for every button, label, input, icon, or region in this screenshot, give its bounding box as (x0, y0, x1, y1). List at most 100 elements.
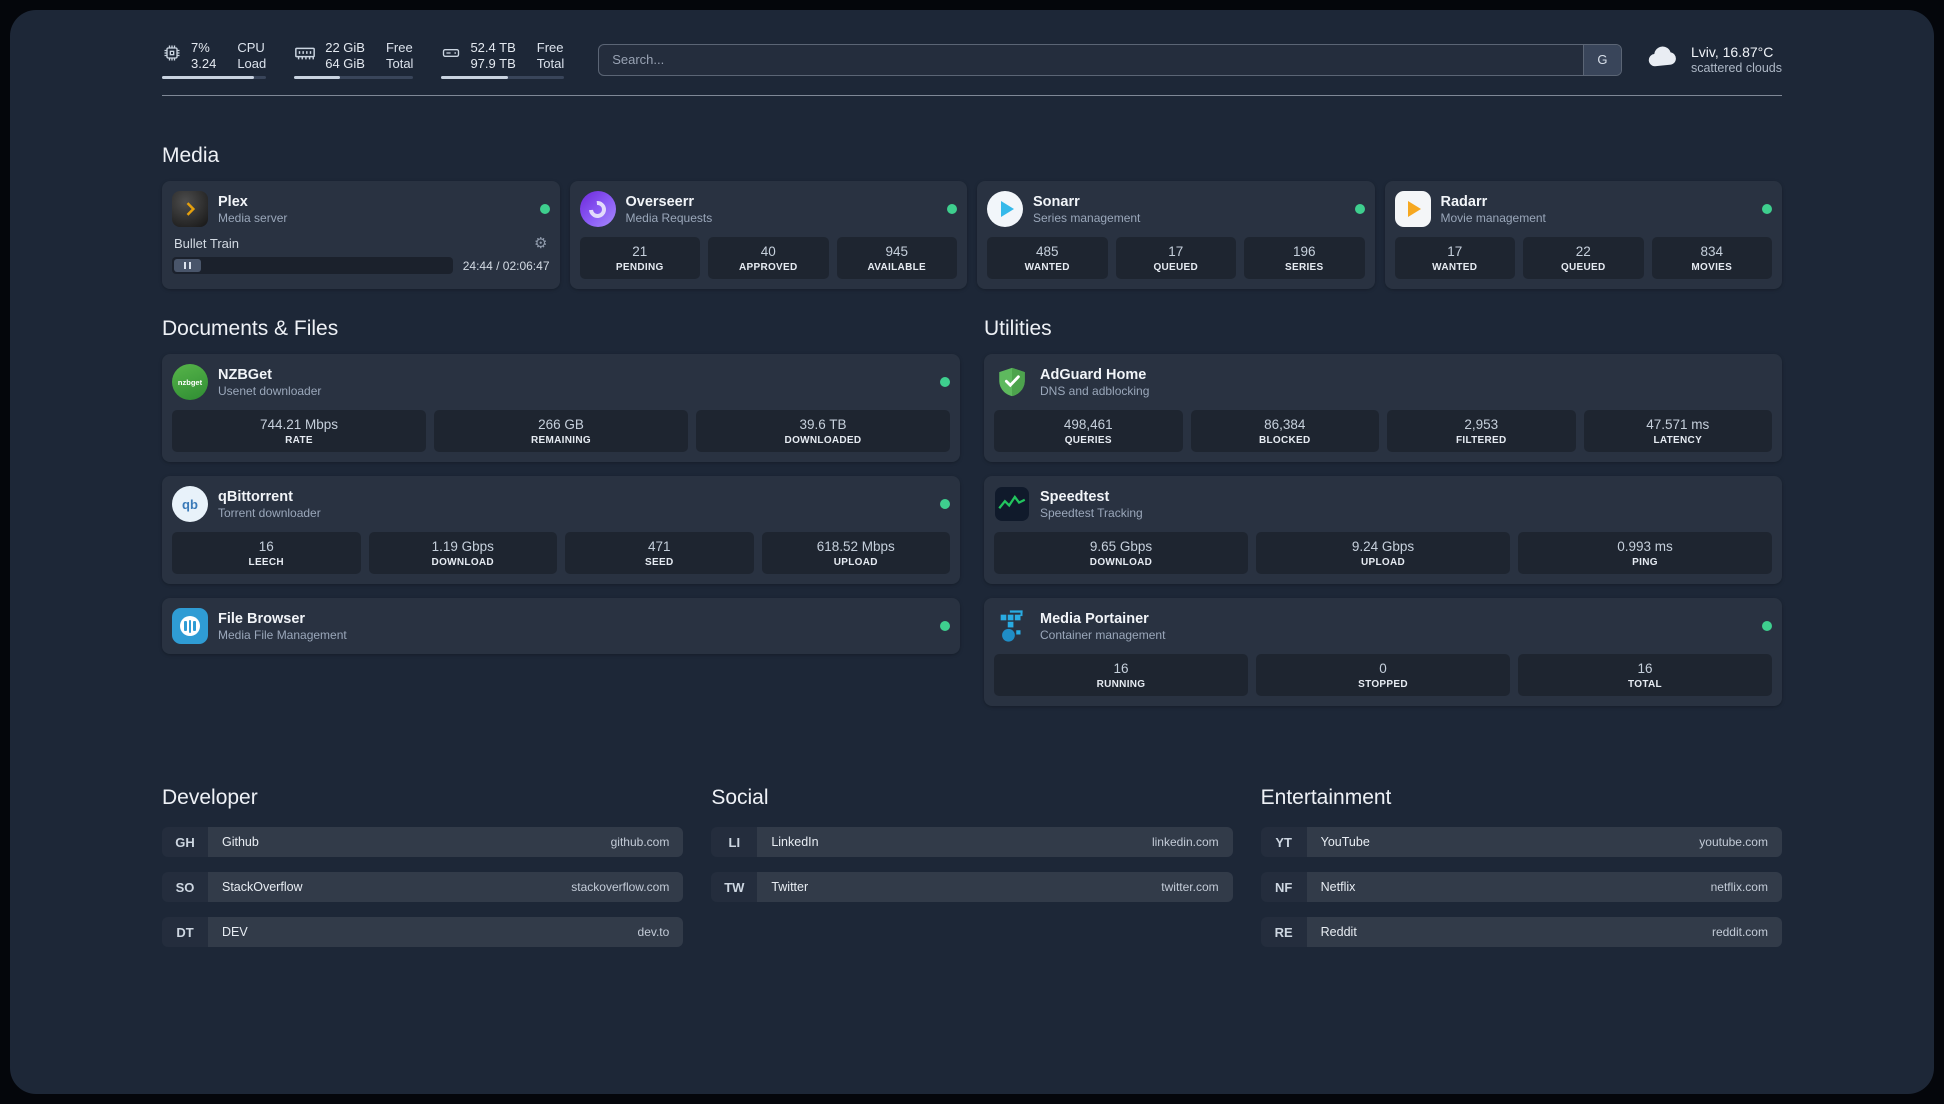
stat-label: LEECH (248, 557, 284, 568)
disk-label-top: Free (536, 40, 564, 55)
bookmarks-developer: Developer GH Github github.com SO StackO… (162, 786, 684, 947)
stat-label: AVAILABLE (867, 262, 926, 273)
stat-label: DOWNLOAD (431, 557, 494, 568)
service-link-nzbget[interactable]: nzbget NZBGet Usenet downloader (172, 364, 950, 400)
weather-location: Lviv, 16.87°C (1690, 44, 1774, 60)
radarr-icon (1394, 191, 1431, 227)
bookmark-abbr: LI (711, 827, 757, 857)
search-input[interactable] (599, 44, 1583, 75)
stat-leech: 16 LEECH (172, 532, 361, 574)
service-link-speedtest[interactable]: Speedtest Speedtest Tracking (994, 486, 1772, 522)
bookmark-name: StackOverflow (222, 880, 303, 894)
card-portainer: Media Portainer Container management 16 … (984, 598, 1782, 706)
service-link-filebrowser[interactable]: File Browser Media File Management (172, 608, 950, 644)
bookmark-url: stackoverflow.com (571, 880, 670, 894)
memory-total-value: 64 GiB (325, 56, 365, 71)
bookmark-github[interactable]: GH Github github.com (162, 827, 684, 857)
stat-value: 47.571 ms (1646, 417, 1710, 432)
topbar: 7% 3.24 CPU Load 22 GiB 64 GiB Free Tota… (162, 40, 1782, 79)
bookmark-url: github.com (610, 835, 670, 849)
stat-ping: 0.993 ms PING (1518, 532, 1772, 574)
stat-label: FILTERED (1455, 435, 1507, 446)
stat-label: BLOCKED (1258, 435, 1311, 446)
bookmark-linkedin[interactable]: LI LinkedIn linkedin.com (711, 827, 1233, 857)
stat-upload: 9.24 Gbps UPLOAD (1256, 532, 1510, 574)
overseerr-icon (579, 191, 616, 227)
stat-label: RUNNING (1096, 679, 1146, 690)
card-sonarr: Sonarr Series management 485 WANTED 17 Q… (977, 181, 1375, 289)
stat-label: PING (1632, 557, 1658, 568)
stat-total: 16 TOTAL (1518, 654, 1772, 696)
service-link-portainer[interactable]: Media Portainer Container management (994, 608, 1772, 644)
service-desc: Series management (1033, 210, 1141, 225)
cpu-label-top: CPU (237, 40, 265, 55)
stat-rate: 744.21 Mbps RATE (172, 410, 426, 452)
bookmark-youtube[interactable]: YT YouTube youtube.com (1261, 827, 1782, 857)
cpu-load-value: 3.24 (191, 56, 217, 71)
card-radarr: Radarr Movie management 17 WANTED 22 QUE… (1384, 181, 1782, 289)
playback-progress-bar[interactable] (172, 257, 453, 274)
bookmark-url: reddit.com (1711, 925, 1768, 939)
stat-value: 498,461 (1063, 417, 1113, 432)
stat-label: WANTED (1432, 262, 1478, 273)
service-desc: Container management (1040, 627, 1166, 642)
stat-value: 16 (1637, 661, 1653, 676)
stat-queued: 22 QUEUED (1523, 237, 1644, 279)
stat-pending: 21 PENDING (579, 237, 700, 279)
stat-downloaded: 39.6 TB DOWNLOADED (696, 410, 950, 452)
pause-button[interactable] (174, 259, 201, 272)
nzbget-icon-text: nzbget (177, 377, 203, 387)
card-filebrowser: File Browser Media File Management (162, 598, 960, 654)
service-link-adguard[interactable]: AdGuard Home DNS and adblocking (994, 364, 1772, 400)
stat-label: REMAINING (531, 435, 591, 446)
service-link-sonarr[interactable]: Sonarr Series management (987, 191, 1365, 227)
memory-label-top: Free (385, 40, 413, 55)
service-name: Media Portainer (1040, 610, 1149, 627)
stat-running: 16 RUNNING (994, 654, 1248, 696)
bookmark-abbr: YT (1261, 827, 1307, 857)
status-dot (1762, 621, 1772, 631)
service-link-overseerr[interactable]: Overseerr Media Requests (579, 191, 957, 227)
stat-label: TOTAL (1628, 679, 1662, 690)
memory-widget: 22 GiB 64 GiB Free Total (294, 40, 414, 79)
service-link-qbittorrent[interactable]: qb qBittorrent Torrent downloader (172, 486, 950, 522)
service-name: Sonarr (1033, 193, 1080, 210)
weather-condition: scattered clouds (1690, 61, 1782, 75)
stat-stopped: 0 STOPPED (1256, 654, 1510, 696)
bookmark-stackoverflow[interactable]: SO StackOverflow stackoverflow.com (162, 872, 684, 902)
status-dot (1762, 204, 1772, 214)
bookmark-name: LinkedIn (771, 835, 819, 849)
status-dot (940, 621, 950, 631)
bookmarks-entertainment: Entertainment YT YouTube youtube.com NF … (1261, 786, 1782, 947)
service-link-radarr[interactable]: Radarr Movie management (1394, 191, 1772, 227)
stat-value: 9.24 Gbps (1351, 539, 1415, 554)
stat-label: WANTED (1024, 262, 1070, 273)
gear-icon[interactable]: ⚙ (534, 236, 547, 251)
filebrowser-icon (172, 608, 208, 644)
stat-value: 471 (647, 539, 671, 554)
stat-remaining: 266 GB REMAINING (434, 410, 688, 452)
stat-queued: 17 QUEUED (1115, 237, 1236, 279)
bookmark-netflix[interactable]: NF Netflix netflix.com (1261, 872, 1782, 902)
stat-value: 22 (1575, 244, 1591, 259)
stat-value: 834 (1700, 244, 1724, 259)
stat-filtered: 2,953 FILTERED (1387, 410, 1576, 452)
status-dot (1354, 204, 1365, 214)
memory-bar-fill (294, 76, 340, 79)
bookmark-name: Twitter (771, 880, 809, 894)
stat-latency: 47.571 ms LATENCY (1583, 410, 1772, 452)
service-name: Speedtest (1040, 488, 1110, 505)
disk-free-value: 52.4 TB (470, 40, 516, 55)
stat-label: QUERIES (1064, 435, 1112, 446)
bookmark-twitter[interactable]: TW Twitter twitter.com (711, 872, 1233, 902)
search-provider-button[interactable]: G (1582, 44, 1621, 75)
bookmark-reddit[interactable]: RE Reddit reddit.com (1261, 917, 1782, 947)
bookmark-dev[interactable]: DT DEV dev.to (162, 917, 684, 947)
service-link-plex[interactable]: Plex Media server (172, 191, 550, 227)
stat-wanted: 485 WANTED (987, 237, 1108, 279)
disk-total-value: 97.9 TB (470, 56, 516, 71)
stat-wanted: 17 WANTED (1394, 237, 1515, 279)
service-name: qBittorrent (218, 488, 293, 505)
memory-label-bottom: Total (385, 56, 414, 71)
cpu-usage-value: 7% (191, 40, 210, 55)
